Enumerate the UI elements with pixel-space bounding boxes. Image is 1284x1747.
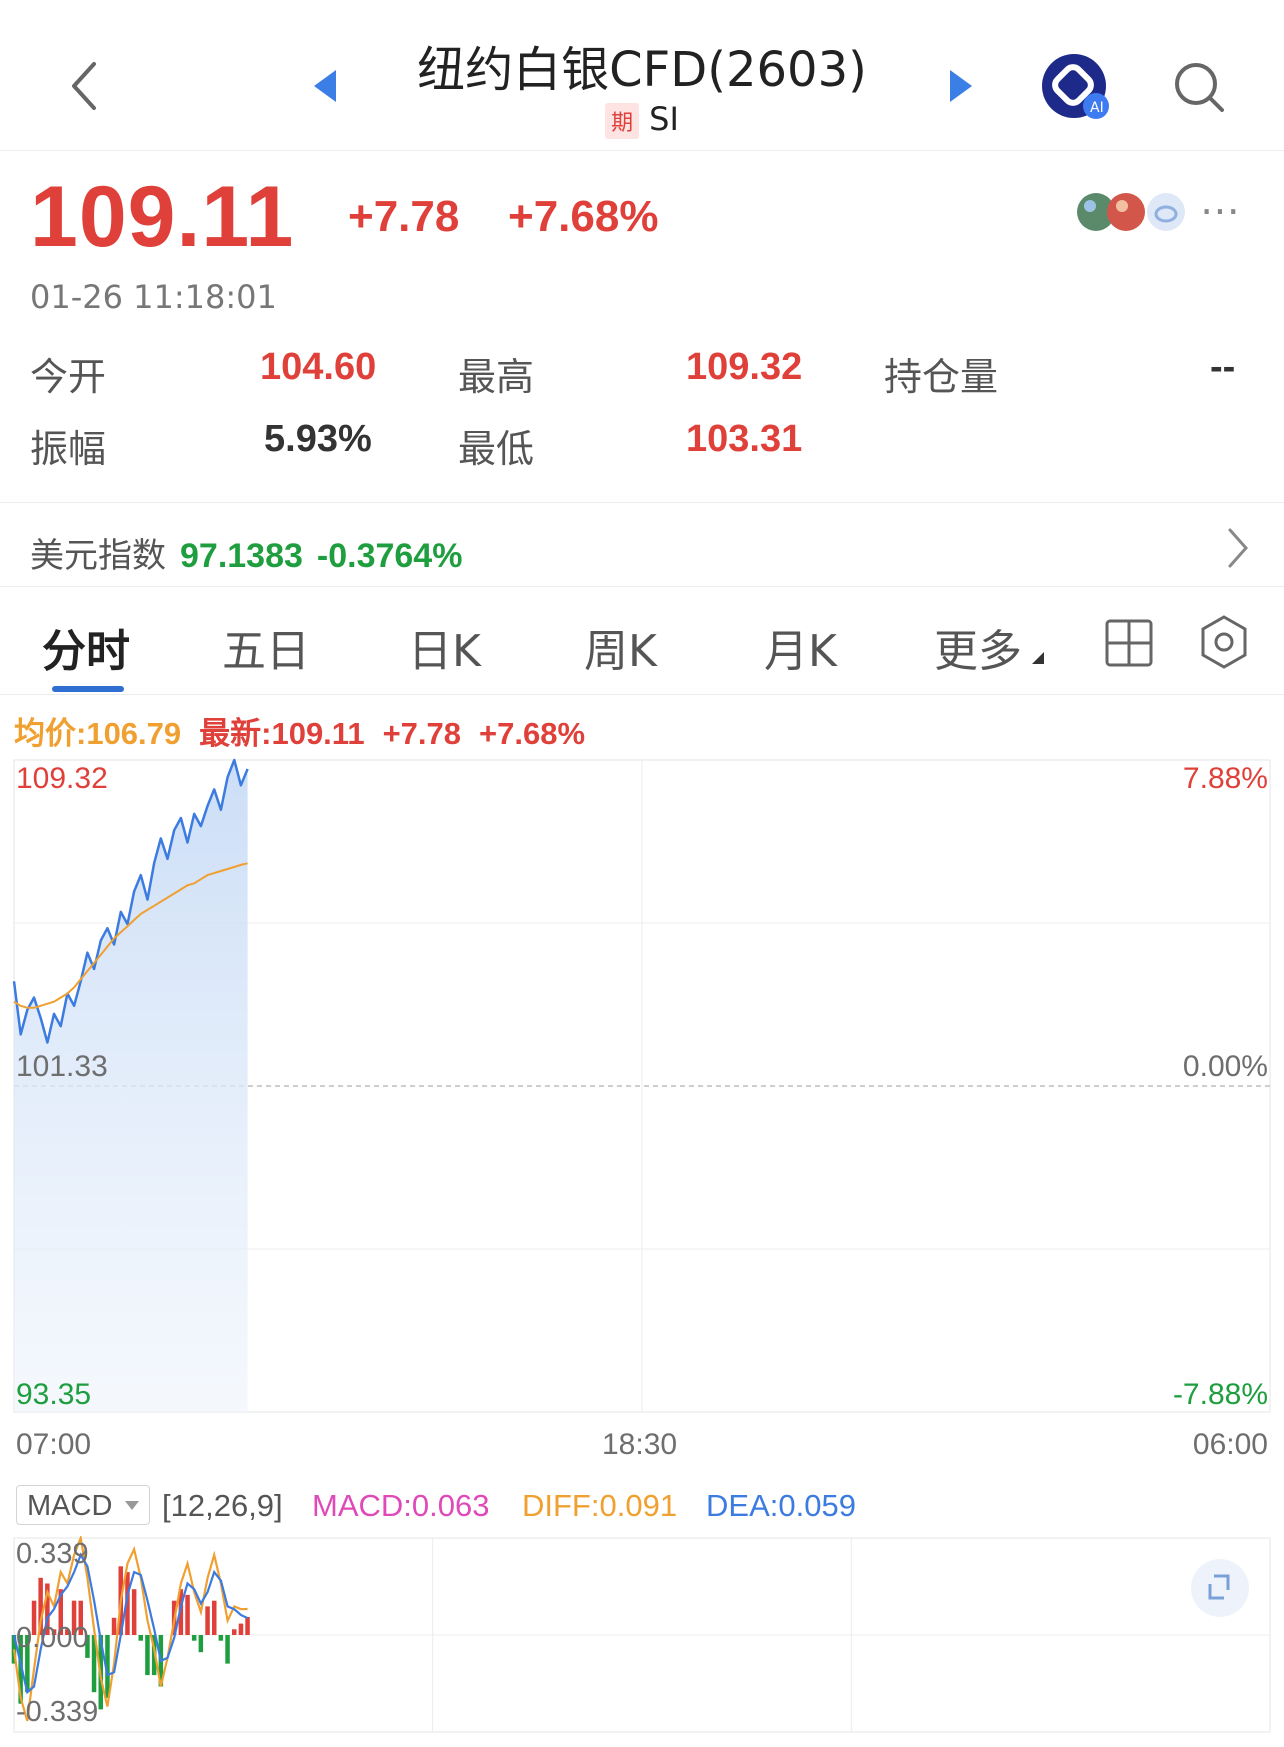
tab-daily-k[interactable]: 日K [408,615,481,679]
x-tick-end: 06:00 [1192,1428,1268,1461]
macd-histogram-bar [245,1617,250,1635]
quote-timestamp: 01-26 11:18:01 [30,278,277,316]
macd-value: MACD:0.063 [312,1488,490,1523]
ai-assistant-icon[interactable]: AI [1040,52,1114,122]
usd-index-change: -0.3764% [316,537,463,575]
amplitude-value: 5.93% [264,418,372,460]
high-label: 最高 [458,355,535,399]
usd-index-row[interactable]: 美元指数 97.1383 -0.3764% [30,528,462,577]
usd-index-label: 美元指数 [30,536,166,576]
macd-y-tick-low: -0.339 [16,1696,99,1728]
legend-change: +7.78 [382,716,462,751]
macd-histogram-bar [198,1635,204,1653]
section-divider [0,586,1284,587]
usd-index-value: 97.1383 [180,537,303,575]
amplitude-label: 振幅 [30,427,107,471]
intraday-legend: 均价:106.79 最新:109.11 +7.78 +7.68% [14,708,603,753]
more-menu-icon[interactable]: ⋯ [1200,188,1240,234]
open-label: 今开 [30,355,107,399]
tab-intraday[interactable]: 分时 [42,615,130,679]
indicator-select[interactable]: MACD [16,1485,150,1525]
y-tick-left-high: 109.32 [16,762,108,795]
high-value: 109.32 [686,346,803,388]
active-tab-indicator [52,686,124,692]
macd-histogram-bar [131,1589,137,1635]
avatar-3 [1147,193,1185,231]
tab-five-day[interactable]: 五日 [222,615,310,679]
y-tick-right-low: -7.88% [1172,1378,1268,1411]
macd-histogram-bar [205,1606,210,1635]
tab-monthly-k[interactable]: 月K [764,615,837,679]
open-value: 104.60 [260,346,377,388]
last-price: 109.11 [30,169,295,265]
y-tick-left-low: 93.35 [16,1378,92,1411]
chevron-down-icon [125,1501,139,1510]
section-divider [0,694,1284,695]
svg-text:AI: AI [1090,100,1104,116]
open-interest-value: -- [1210,346,1236,388]
macd-histogram-bar [185,1594,190,1635]
avg-price-label: 均价:106.79 [14,716,182,751]
more-dropdown-icon [1032,652,1044,664]
section-divider [0,502,1284,503]
tab-more[interactable]: 更多 [934,615,1022,679]
indicator-select-value: MACD [27,1490,113,1522]
y-tick-right-mid: 0.00% [1182,1050,1268,1083]
macd-histogram-bar [138,1635,143,1641]
y-tick-left-mid: 101.33 [16,1050,108,1083]
macd-histogram-bar [232,1629,237,1635]
community-avatars[interactable] [1076,190,1196,234]
low-value: 103.31 [686,418,803,460]
futures-badge: 期 [605,103,640,139]
y-tick-right-high: 7.88% [1182,762,1268,795]
top-bar: 纽约白银CFD(2603) 期 SI AI [0,0,1284,151]
macd-histogram-bar [218,1635,224,1641]
x-tick-mid: 18:30 [602,1428,678,1461]
low-label: 最低 [458,427,535,471]
macd-histogram-bar [212,1600,217,1635]
legend-change-pct: +7.68% [479,716,586,751]
macd-histogram-bar [238,1623,244,1635]
macd-histogram-bar [111,1617,117,1635]
macd-params: [12,26,9] [162,1488,283,1523]
x-tick-start: 07:00 [16,1428,92,1461]
avatar-2 [1107,193,1145,231]
chevron-right-icon[interactable] [1224,526,1252,570]
layout-grid-icon[interactable] [1104,618,1154,668]
tab-weekly-k[interactable]: 周K [584,615,657,679]
macd-histogram-bar [225,1635,230,1664]
settings-icon[interactable] [1198,614,1250,670]
macd-histogram-bar [191,1635,197,1641]
expand-chart-icon[interactable] [1190,1558,1250,1618]
next-instrument-icon[interactable] [946,68,974,104]
price-change-pct: +7.68% [508,192,659,241]
macd-y-tick-high: 0.339 [16,1538,89,1570]
diff-value: DIFF:0.091 [522,1488,678,1523]
symbol-text: SI [649,100,679,138]
search-icon[interactable] [1172,60,1228,116]
macd-histogram-bar [145,1635,150,1676]
open-interest-label: 持仓量 [884,355,999,399]
price-change: +7.78 [348,192,460,241]
macd-chart[interactable] [0,1536,1284,1736]
intraday-price-chart[interactable] [0,756,1284,1418]
macd-y-tick-mid: 0.000 [16,1622,89,1654]
price-area [14,760,248,1412]
latest-price-label: 最新:109.11 [199,716,365,751]
dea-value: DEA:0.059 [706,1488,856,1523]
